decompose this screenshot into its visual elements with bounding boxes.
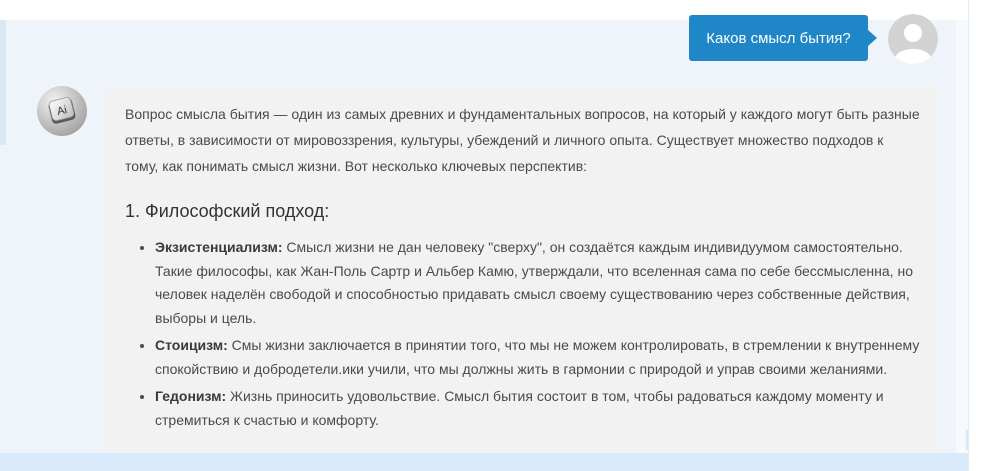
ai-response-intro: Вопрос смысла бытия — один из самых древ… bbox=[125, 106, 920, 174]
list-item: Гедонизм: Жизнь приносить удовольствие. … bbox=[155, 385, 920, 432]
ai-avatar: Ai bbox=[37, 86, 87, 136]
footer-band bbox=[0, 453, 968, 471]
list-item-term: Гедонизм: bbox=[155, 388, 227, 404]
user-message-bubble: Каков смысл бытия? bbox=[689, 15, 877, 61]
left-edge-accent bbox=[0, 20, 6, 145]
user-message-text: Каков смысл бытия? bbox=[706, 29, 851, 47]
list-item: Экзистенциализм: Смысл жизни не дан чело… bbox=[155, 236, 920, 330]
list-item-text: Жизнь приносить удовольствие. Смысл быти… bbox=[155, 388, 884, 428]
ai-response-section-heading: 1. Философский подход: bbox=[125, 201, 330, 221]
user-avatar bbox=[888, 14, 938, 64]
list-item-text: Смы жизни заключается в принятии того, ч… bbox=[155, 337, 920, 377]
chat-right-gutter bbox=[956, 20, 968, 453]
list-item: Стоицизм: Смы жизни заключается в принят… bbox=[155, 334, 920, 381]
right-side-panel bbox=[968, 0, 990, 471]
ai-response-list: Экзистенциализм: Смысл жизни не дан чело… bbox=[125, 236, 920, 432]
list-item-term: Стоицизм: bbox=[155, 337, 228, 353]
ai-message-bubble: Вопрос смысла бытия — один из самых древ… bbox=[107, 87, 938, 453]
user-avatar-icon bbox=[888, 14, 938, 64]
ai-chip-icon: Ai bbox=[48, 97, 76, 124]
list-item-term: Экзистенциализм: bbox=[155, 239, 283, 255]
